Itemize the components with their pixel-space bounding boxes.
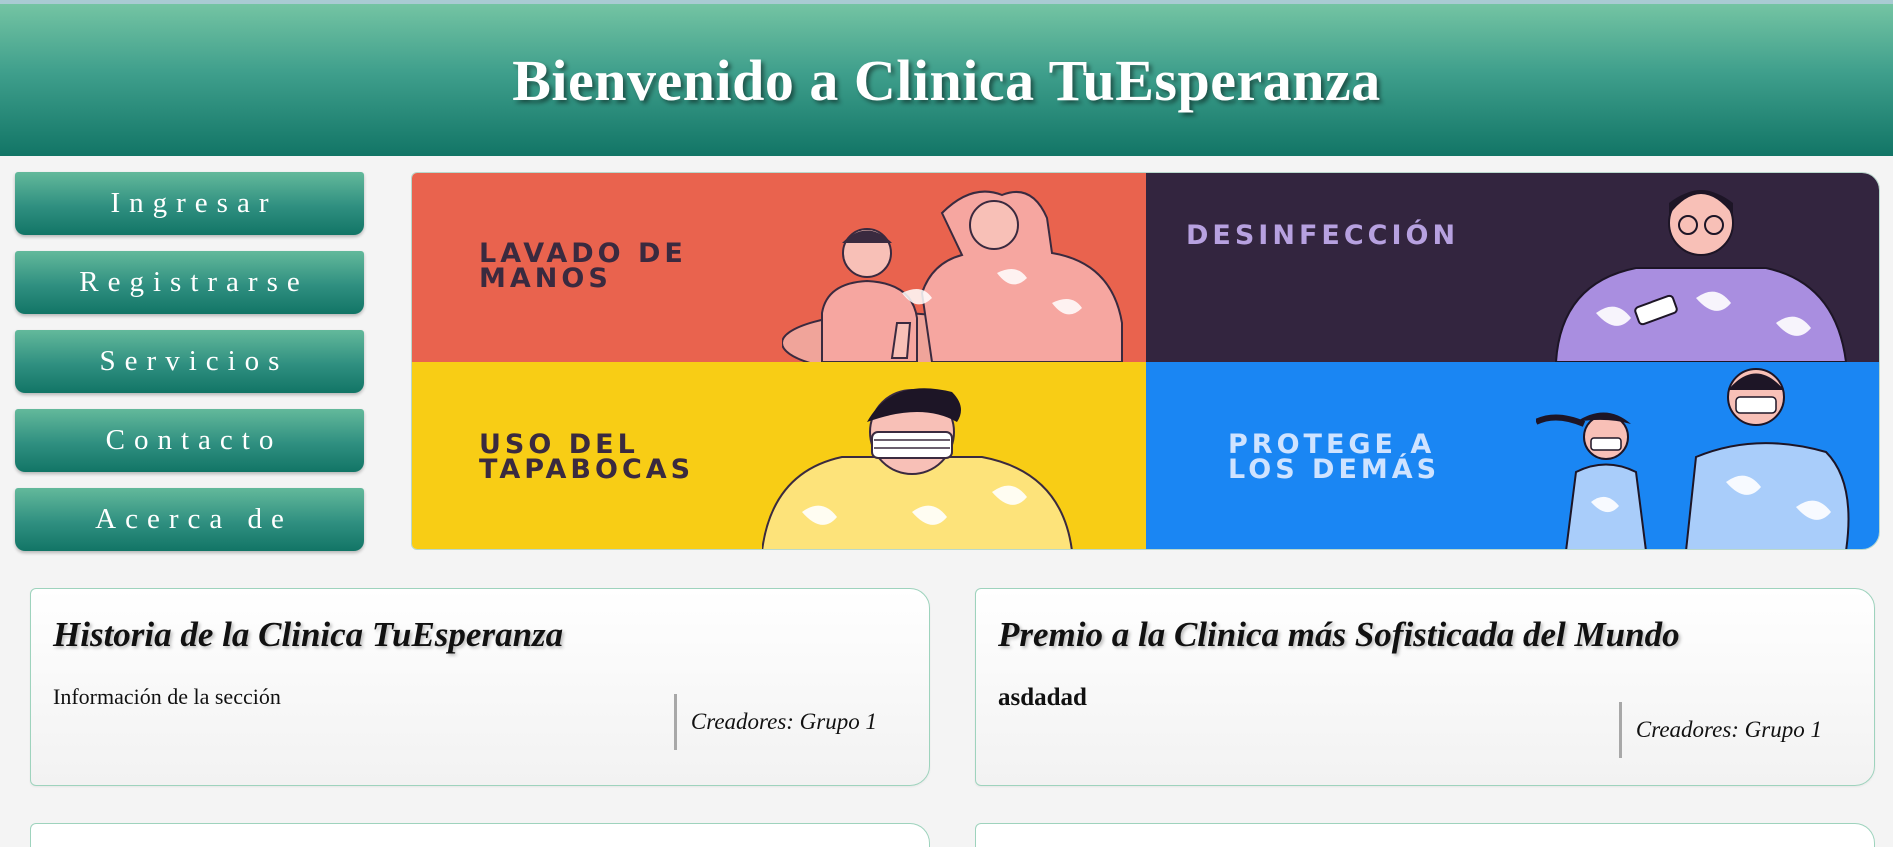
banner-label-disinfection: DESINFECCIÓN (1186, 220, 1460, 251)
card-credits: Creadores: Grupo 1 (673, 694, 877, 750)
health-banner: LAVADO DE MANOS DESINFECCIÓN USO DEL TAP… (411, 172, 1880, 550)
card-partial-right (975, 823, 1875, 847)
card-title: Historia de la Clinica TuEsperanza (53, 615, 564, 654)
card-info: Información de la sección (53, 684, 281, 709)
page-title: Bienvenido a Clinica TuEsperanza (512, 47, 1381, 113)
banner-panel-disinfection: DESINFECCIÓN (1146, 173, 1879, 362)
protect-illustration (1536, 368, 1850, 549)
card-credits: Creadores: Grupo 1 (1618, 702, 1822, 758)
banner-panel-mask: USO DEL TAPABOCAS (412, 362, 1146, 549)
sidebar-nav: Ingresar Registrarse Servicios Contacto … (15, 172, 364, 567)
card-info: asdadad (998, 684, 1087, 711)
nav-button-registrarse[interactable]: Registrarse (15, 251, 364, 314)
nav-button-servicios[interactable]: Servicios (15, 330, 364, 393)
card-premio: Premio a la Clinica más Sofisticada del … (975, 588, 1875, 786)
card-title: Premio a la Clinica más Sofisticada del … (998, 615, 1680, 654)
banner-panel-handwashing: LAVADO DE MANOS (412, 173, 1146, 362)
banner-label-mask: USO DEL TAPABOCAS (479, 429, 695, 485)
nav-button-contacto[interactable]: Contacto (15, 409, 364, 472)
nav-button-ingresar[interactable]: Ingresar (15, 172, 364, 235)
disinfection-illustration (1554, 190, 1848, 362)
handwashing-illustration (782, 190, 1123, 362)
card-historia: Historia de la Clinica TuEsperanza Infor… (30, 588, 930, 786)
nav-button-acerca-de[interactable]: Acerca de (15, 488, 364, 551)
mask-illustration (762, 388, 1073, 549)
banner-label-protect: PROTEGE A LOS DEMÁS (1228, 429, 1441, 485)
card-partial-left (30, 823, 930, 847)
page-header: Bienvenido a Clinica TuEsperanza (0, 4, 1893, 156)
banner-panel-protect: PROTEGE A LOS DEMÁS (1146, 362, 1879, 549)
banner-label-handwashing: LAVADO DE MANOS (479, 238, 687, 294)
